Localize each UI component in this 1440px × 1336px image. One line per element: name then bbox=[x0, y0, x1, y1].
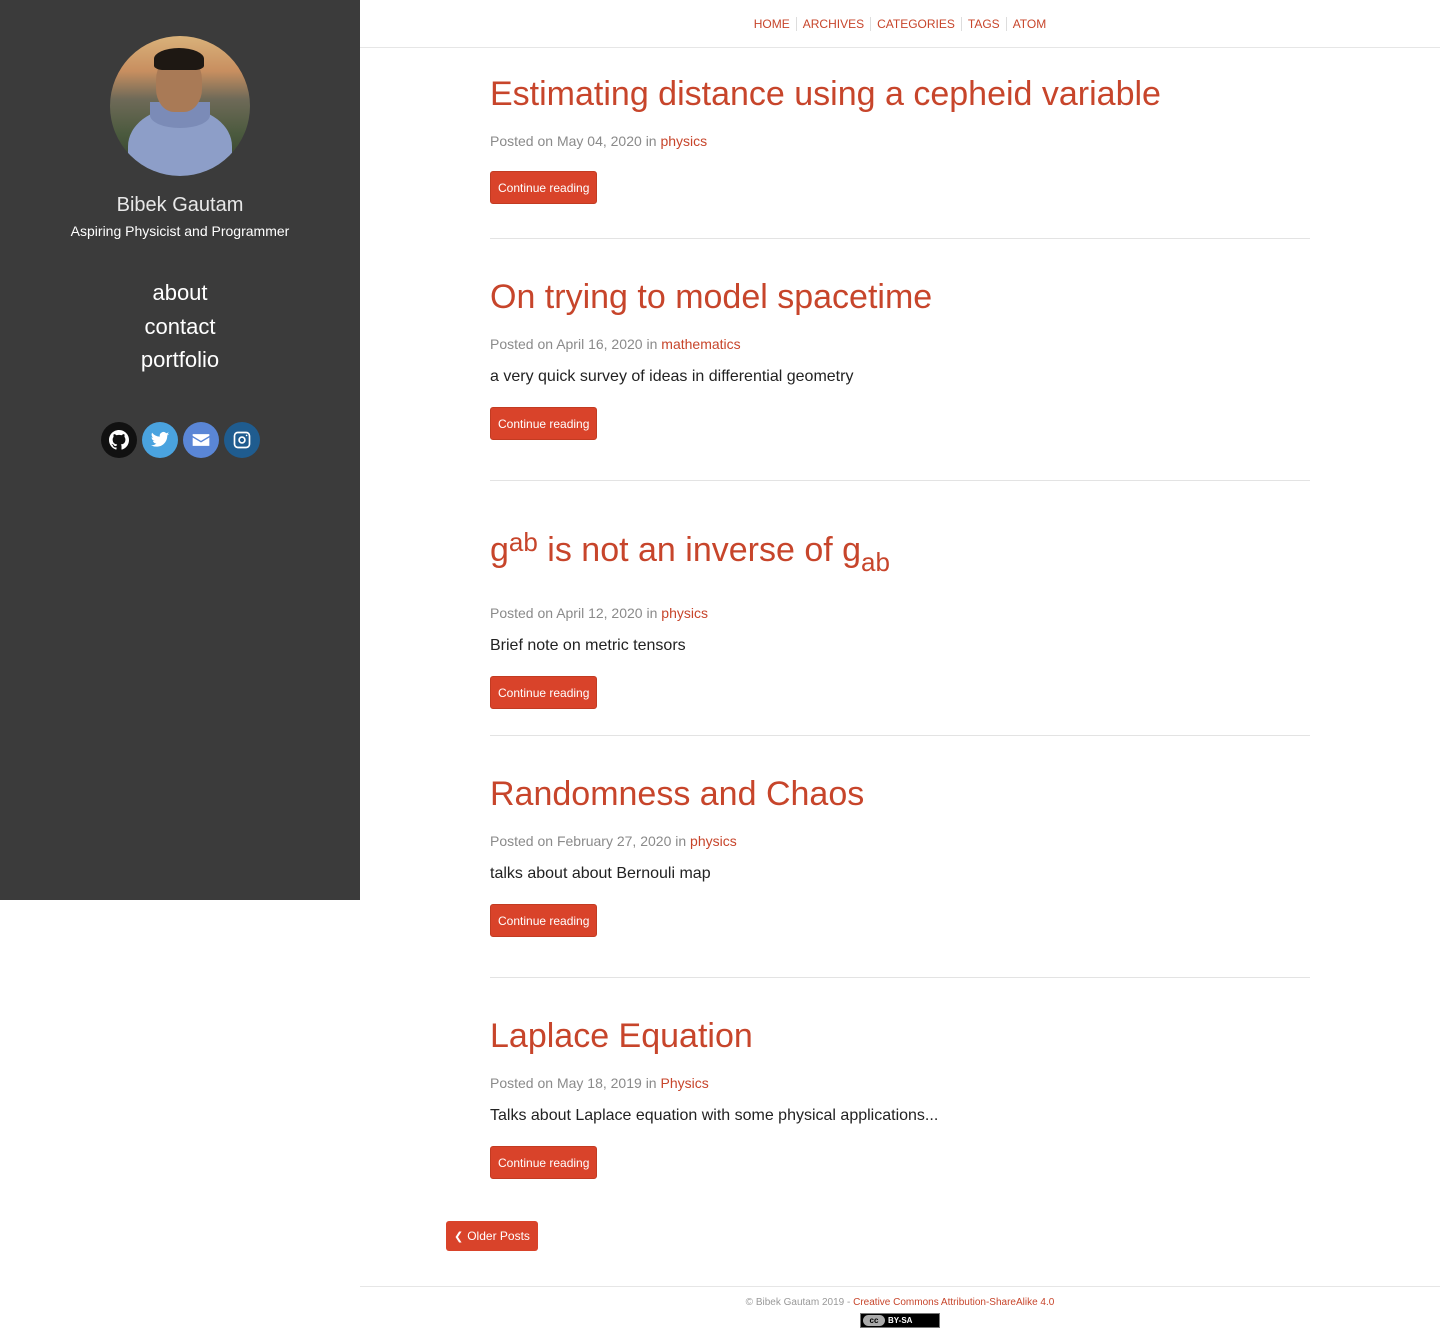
post-category[interactable]: physics bbox=[661, 605, 708, 621]
sidebar-item-portfolio[interactable]: portfolio bbox=[0, 343, 360, 377]
post-title[interactable]: Randomness and Chaos bbox=[490, 774, 1310, 814]
author-name: Bibek Gautam bbox=[116, 194, 244, 216]
twitter-icon bbox=[150, 432, 170, 447]
continue-reading-button[interactable]: Continue reading bbox=[490, 676, 598, 709]
post-item: Randomness and Chaos Posted on February … bbox=[490, 774, 1310, 978]
license-link[interactable]: Creative Commons Attribution-ShareAlike … bbox=[853, 1297, 1054, 1308]
post-summary: Talks about Laplace equation with some p… bbox=[490, 1107, 939, 1124]
github-button[interactable] bbox=[101, 422, 137, 458]
continue-reading-button[interactable]: Continue reading bbox=[490, 1146, 598, 1179]
cc-by-sa-badge[interactable]: cc BY-SA bbox=[860, 1313, 940, 1328]
post-meta: Posted on April 12, 2020 in physics bbox=[490, 605, 708, 621]
nav-categories[interactable]: Categories bbox=[870, 16, 961, 31]
instagram-icon bbox=[233, 431, 251, 449]
older-posts-button[interactable]: ❮ Older Posts bbox=[446, 1221, 538, 1251]
post-meta: Posted on April 16, 2020 in mathematics bbox=[490, 336, 741, 352]
post-meta: Posted on May 04, 2020 in physics bbox=[490, 133, 708, 149]
email-button[interactable] bbox=[183, 422, 219, 458]
post-category[interactable]: physics bbox=[690, 833, 737, 849]
footer-line: © Bibek Gautam 2019 - Creative Commons A… bbox=[360, 1297, 1440, 1308]
continue-reading-button[interactable]: Continue reading bbox=[490, 171, 598, 204]
post-item: On trying to model spacetime Posted on A… bbox=[490, 277, 1310, 481]
copyright: © Bibek Gautam 2019 - bbox=[745, 1297, 851, 1308]
post-summary: Brief note on metric tensors bbox=[490, 637, 686, 654]
post-category[interactable]: Physics bbox=[660, 1075, 708, 1091]
continue-reading-button[interactable]: Continue reading bbox=[490, 407, 598, 440]
avatar[interactable] bbox=[110, 36, 250, 176]
post-title[interactable]: Laplace Equation bbox=[490, 1016, 1310, 1056]
sidebar-item-contact[interactable]: contact bbox=[0, 310, 360, 344]
post-title[interactable]: gab is not an inverse of gab bbox=[490, 522, 1310, 582]
github-icon bbox=[109, 430, 129, 450]
twitter-button[interactable] bbox=[142, 422, 178, 458]
post-date: May 04, 2020 bbox=[556, 133, 642, 149]
post-summary: talks about about Bernouli map bbox=[490, 865, 711, 882]
sidebar-nav: about contact portfolio bbox=[0, 276, 360, 377]
post-date: April 12, 2020 bbox=[556, 605, 643, 621]
continue-reading-button[interactable]: Continue reading bbox=[490, 904, 598, 937]
post-title[interactable]: Estimating distance using a cepheid vari… bbox=[490, 74, 1310, 114]
chevron-left-icon: ❮ bbox=[454, 1231, 464, 1243]
post-item: Estimating distance using a cepheid vari… bbox=[490, 74, 1310, 239]
nav-archives[interactable]: Archives bbox=[795, 16, 870, 31]
post-item: gab is not an inverse of gab Posted on A… bbox=[490, 522, 1310, 736]
footer: © Bibek Gautam 2019 - Creative Commons A… bbox=[360, 1286, 1440, 1333]
post-date: May 18, 2019 bbox=[556, 1075, 642, 1091]
post-category[interactable]: mathematics bbox=[661, 336, 740, 352]
post-meta: Posted on February 27, 2020 in physics bbox=[490, 833, 737, 849]
sidebar-item-about[interactable]: about bbox=[0, 276, 360, 310]
post-item: Laplace Equation Posted on May 18, 2019 … bbox=[490, 1016, 1310, 1196]
sidebar: Bibek Gautam Aspiring Physicist and Prog… bbox=[0, 0, 360, 900]
post-date: April 16, 2020 bbox=[556, 336, 643, 352]
nav-tags[interactable]: Tags bbox=[960, 16, 1006, 31]
envelope-icon bbox=[192, 434, 210, 446]
post-summary: a very quick survey of ideas in differen… bbox=[490, 368, 854, 385]
post-meta: Posted on May 18, 2019 in Physics bbox=[490, 1075, 709, 1091]
top-nav: Home Archives Categories Tags Atom bbox=[360, 0, 1440, 48]
post-title[interactable]: On trying to model spacetime bbox=[490, 277, 1310, 317]
instagram-button[interactable] bbox=[224, 422, 260, 458]
social-links bbox=[101, 422, 260, 458]
nav-home[interactable]: Home bbox=[748, 17, 796, 31]
author-tagline: Aspiring Physicist and Programmer bbox=[70, 223, 290, 239]
nav-atom[interactable]: Atom bbox=[1005, 16, 1053, 31]
post-date: February 27, 2020 bbox=[556, 833, 672, 849]
post-category[interactable]: physics bbox=[660, 133, 707, 149]
